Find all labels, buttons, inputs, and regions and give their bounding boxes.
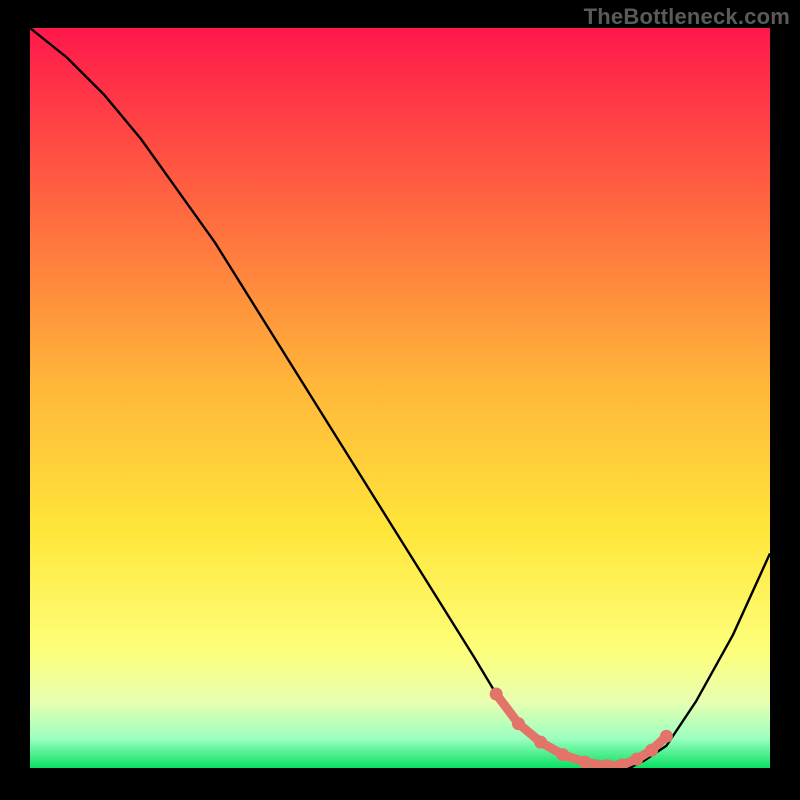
optimal-range-dot	[660, 730, 673, 743]
optimal-range-dot	[579, 756, 592, 768]
optimal-range-dot	[556, 748, 569, 761]
chart-frame: TheBottleneck.com	[0, 0, 800, 800]
watermark-text: TheBottleneck.com	[584, 4, 790, 30]
plot-area	[30, 28, 770, 768]
optimal-range-dot	[630, 753, 643, 766]
optimal-range-dot	[490, 688, 503, 701]
optimal-range-dot	[645, 744, 658, 757]
optimal-range-dot	[534, 736, 547, 749]
bottleneck-chart	[30, 28, 770, 768]
optimal-range-dot	[512, 717, 525, 730]
